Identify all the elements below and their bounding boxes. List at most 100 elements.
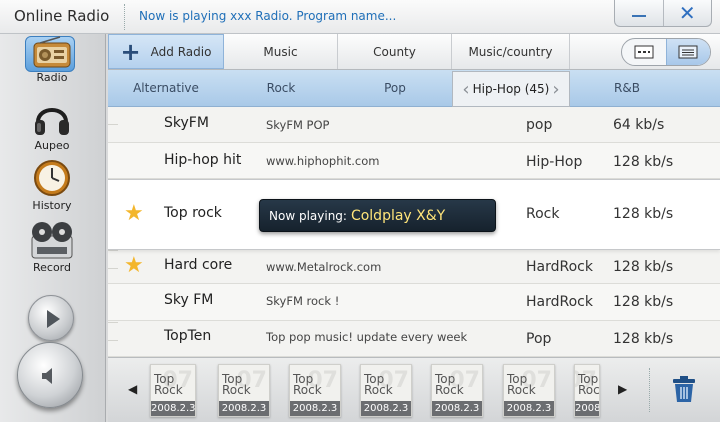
tab-music[interactable]: Music bbox=[224, 34, 338, 69]
sidebar-item-label: Aupeo bbox=[34, 139, 70, 152]
minimize-button[interactable] bbox=[615, 0, 663, 26]
recording-thumbnail[interactable]: 07 Top Rock 2008.2.3 bbox=[218, 364, 270, 417]
star-icon[interactable]: ★ bbox=[124, 203, 144, 225]
scroll-right-icon[interactable]: ▶ bbox=[618, 382, 627, 396]
recording-thumbnail[interactable]: 07 Top Rock 2008.2.3 bbox=[503, 364, 555, 417]
station-row[interactable]: Sky FM SkyFM rock ! HardRock 128 kb/s bbox=[108, 284, 720, 321]
recording-title: Top Rock bbox=[578, 372, 600, 397]
station-bitrate: 128 kb/s bbox=[613, 294, 674, 310]
recording-title: Top Rock bbox=[507, 372, 536, 397]
recording-title: Top Rock bbox=[435, 372, 464, 397]
recording-title: Top Rock bbox=[222, 372, 251, 397]
close-icon: ✕ bbox=[678, 1, 696, 25]
detail-list-icon bbox=[678, 45, 698, 59]
category-tab-bar: + Add Radio Music County Music/country bbox=[108, 34, 720, 70]
sidebar-item-history[interactable]: History bbox=[0, 158, 104, 212]
sidebar-item-radio[interactable]: Radio bbox=[0, 36, 104, 84]
recording-date: 2008.2.3 bbox=[432, 401, 482, 416]
station-row-playing[interactable]: ★ Top rock Now playing: Coldplay X&Y Roc… bbox=[108, 179, 720, 250]
genre-label: Hip-Hop (45) bbox=[472, 82, 550, 96]
genre-rock[interactable]: Rock bbox=[224, 70, 338, 106]
recording-date: 2008.2.3 bbox=[504, 401, 554, 416]
station-list: SkyFM SkyFM POP pop 64 kb/s Hip-hop hit … bbox=[108, 107, 720, 357]
play-button[interactable] bbox=[28, 295, 74, 341]
genre-label: Alternative bbox=[133, 81, 199, 95]
compact-view-button[interactable] bbox=[622, 39, 666, 65]
station-name: SkyFM bbox=[164, 115, 209, 131]
station-genre: Rock bbox=[526, 206, 560, 222]
recording-date: 2008.2.3 bbox=[361, 401, 411, 416]
app-title: Online Radio bbox=[14, 7, 110, 25]
station-genre: Hip-Hop bbox=[526, 154, 583, 170]
tab-county[interactable]: County bbox=[338, 34, 452, 69]
radio-icon bbox=[33, 36, 71, 68]
minimize-icon bbox=[631, 15, 646, 17]
clock-icon bbox=[34, 160, 70, 196]
now-playing-status: Now is playing xxx Radio. Program name..… bbox=[139, 9, 397, 23]
recording-title: Top Rock bbox=[293, 372, 322, 397]
chevron-left-icon[interactable]: ‹ bbox=[462, 79, 469, 100]
station-row[interactable]: Hip-hop hit www.hiphophit.com Hip-Hop 12… bbox=[108, 143, 720, 179]
station-name: Sky FM bbox=[164, 292, 214, 308]
tab-label: Music/country bbox=[468, 44, 553, 59]
station-url: SkyFM rock ! bbox=[266, 294, 340, 308]
title-bar: Online Radio Now is playing xxx Radio. P… bbox=[0, 0, 720, 34]
detail-view-button[interactable] bbox=[665, 39, 710, 65]
play-icon bbox=[47, 310, 60, 328]
station-row[interactable]: ★ Hard core www.Metalrock.com HardRock 1… bbox=[108, 250, 720, 284]
trash-icon[interactable] bbox=[671, 375, 697, 403]
genre-label: Rock bbox=[266, 81, 296, 95]
close-button[interactable]: ✕ bbox=[662, 0, 712, 26]
recording-date: 2008.2.3 bbox=[575, 401, 600, 416]
station-bitrate: 128 kb/s bbox=[613, 331, 674, 347]
chevron-right-icon[interactable]: › bbox=[552, 79, 559, 100]
plus-icon: + bbox=[120, 37, 141, 66]
recordings-strip: ◀ 07 Top Rock 2008.2.3 07 Top Rock 2008.… bbox=[108, 357, 720, 422]
speaker-icon bbox=[42, 368, 52, 384]
recording-date: 2008.2.3 bbox=[290, 401, 340, 416]
tape-reel-icon bbox=[31, 222, 73, 259]
scroll-left-icon[interactable]: ◀ bbox=[128, 382, 137, 396]
star-icon[interactable]: ★ bbox=[124, 255, 144, 277]
genre-pop[interactable]: Pop bbox=[338, 70, 452, 106]
tab-music-country[interactable]: Music/country bbox=[452, 34, 570, 69]
tooltip-track: Coldplay X&Y bbox=[350, 207, 446, 224]
station-genre: pop bbox=[526, 117, 553, 133]
station-genre: Pop bbox=[526, 331, 552, 347]
station-row[interactable]: SkyFM SkyFM POP pop 64 kb/s bbox=[108, 107, 720, 143]
tooltip-label: Now playing: bbox=[269, 208, 347, 223]
sidebar-item-label: Record bbox=[32, 261, 71, 274]
volume-button[interactable] bbox=[17, 342, 83, 408]
recording-thumbnail[interactable]: 07 Top Rock 2008.2.3 bbox=[289, 364, 341, 417]
sidebar-item-aupeo[interactable]: Aupeo bbox=[0, 98, 104, 152]
window-controls: ✕ bbox=[614, 0, 712, 27]
title-divider bbox=[124, 4, 125, 30]
recording-thumbnail[interactable]: 07 Top Rock 2008.2.3 bbox=[150, 364, 196, 417]
station-url: www.hiphophit.com bbox=[266, 154, 380, 168]
station-name: TopTen bbox=[164, 328, 212, 344]
sidebar-item-label: History bbox=[32, 199, 72, 212]
now-playing-tooltip: Now playing: Coldplay X&Y bbox=[259, 199, 496, 232]
recording-thumbnail[interactable]: 07 Top Rock 2008.2.3 bbox=[431, 364, 483, 417]
station-genre: HardRock bbox=[526, 259, 593, 275]
strip-divider bbox=[649, 368, 650, 412]
genre-rnb[interactable]: R&B bbox=[570, 70, 684, 106]
station-row[interactable]: TopTen Top pop music! update every week … bbox=[108, 321, 720, 357]
genre-hip-hop[interactable]: ‹ Hip-Hop (45) › bbox=[452, 71, 570, 107]
add-radio-button[interactable]: + Add Radio bbox=[108, 34, 224, 69]
genre-bar: Alternative Rock Pop ‹ Hip-Hop (45) › R&… bbox=[108, 70, 720, 107]
station-name: Top rock bbox=[164, 205, 222, 221]
station-url: www.Metalrock.com bbox=[266, 260, 382, 274]
tab-label: Music bbox=[263, 44, 298, 59]
recording-thumbnail[interactable]: 07 Top Rock 2008.2.3 bbox=[360, 364, 412, 417]
sidebar-item-record[interactable]: Record bbox=[0, 220, 104, 274]
genre-alternative[interactable]: Alternative bbox=[108, 70, 224, 106]
station-bitrate: 128 kb/s bbox=[613, 259, 674, 275]
station-bitrate: 128 kb/s bbox=[613, 154, 674, 170]
recording-thumbnail[interactable]: 07 Top Rock 2008.2.3 bbox=[574, 364, 600, 417]
recording-date: 2008.2.3 bbox=[219, 401, 269, 416]
station-name: Hard core bbox=[164, 257, 233, 273]
station-bitrate: 128 kb/s bbox=[613, 206, 674, 222]
sidebar-item-label: Radio bbox=[36, 71, 68, 84]
station-url: SkyFM POP bbox=[266, 118, 330, 132]
